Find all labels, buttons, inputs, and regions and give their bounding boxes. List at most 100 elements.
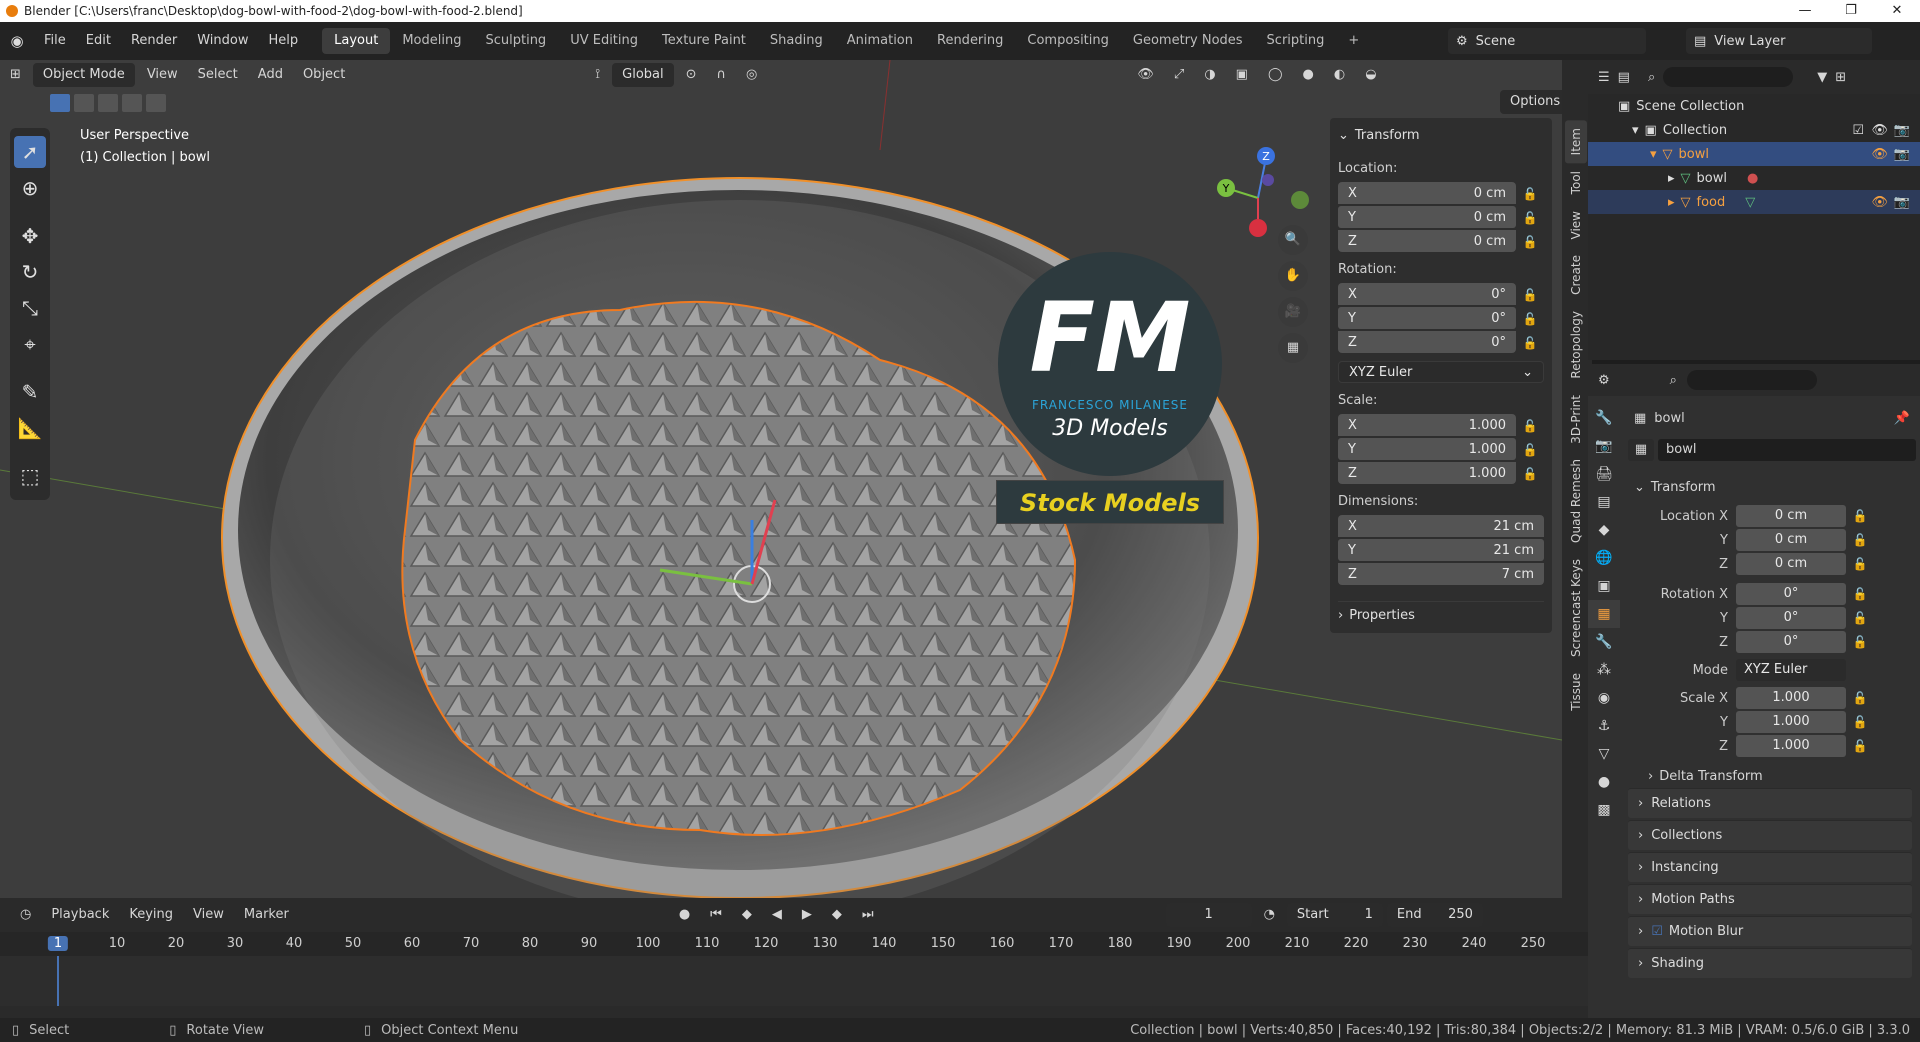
tab-layout[interactable]: Layout	[322, 28, 391, 54]
lock-icon[interactable]: 🔓	[1516, 419, 1544, 433]
options-button[interactable]: Options	[1500, 90, 1562, 114]
rotation-y-input[interactable]: 0°	[1736, 607, 1846, 629]
tab-uv-editing[interactable]: UV Editing	[558, 28, 650, 54]
tab-geometry-nodes[interactable]: Geometry Nodes	[1121, 28, 1255, 54]
play-icon[interactable]: ▶	[792, 901, 822, 929]
add-cube-tool-icon[interactable]: ⬚	[14, 460, 46, 492]
eye-icon[interactable]: 👁	[1871, 147, 1888, 162]
visibility-icon[interactable]: 👁	[1127, 61, 1164, 89]
lock-icon[interactable]: 🔓	[1846, 587, 1874, 601]
tab-view[interactable]: View	[1565, 203, 1587, 247]
rotation-z-input[interactable]: 0°	[1736, 631, 1846, 653]
play-reverse-icon[interactable]: ◀	[762, 901, 792, 929]
select-box-tool-icon[interactable]: ➚	[14, 136, 46, 168]
texture-tab-icon[interactable]: ▩	[1588, 796, 1620, 824]
proportional-edit-icon[interactable]: ◎	[736, 61, 767, 89]
object-name-input[interactable]: bowl	[1658, 439, 1916, 461]
end-frame-field[interactable]: End 250	[1386, 903, 1483, 927]
select-extend-icon[interactable]	[74, 94, 94, 112]
3d-viewport[interactable]: ⊞ Object Mode View Select Add Object ⟟ G…	[0, 60, 1562, 898]
motion-paths-section[interactable]: › Motion Paths	[1628, 884, 1912, 914]
tab-create[interactable]: Create	[1565, 247, 1587, 303]
blender-menu-icon[interactable]: ◉	[0, 32, 34, 50]
lock-icon[interactable]: 🔓	[1516, 312, 1544, 326]
menu-select[interactable]: Select	[188, 61, 248, 89]
close-button[interactable]: ✕	[1874, 0, 1920, 22]
menu-view[interactable]: View	[137, 61, 188, 89]
scale-x-field[interactable]: X 1.000	[1338, 414, 1516, 436]
output-tab-icon[interactable]: 🖨	[1588, 460, 1620, 488]
location-z-field[interactable]: Z 0 cm	[1338, 230, 1516, 252]
rotation-y-field[interactable]: Y 0°	[1338, 307, 1516, 329]
prev-keyframe-icon[interactable]: ◆	[732, 901, 762, 929]
timeline[interactable]: ◷ Playback Keying View Marker ● ⏮ ◆ ◀ ▶ …	[0, 898, 1588, 1018]
lock-icon[interactable]: 🔓	[1516, 288, 1544, 302]
cursor-tool-icon[interactable]: ⊕	[14, 172, 46, 204]
transform-header[interactable]: ⌄ Transform	[1338, 126, 1544, 153]
next-keyframe-icon[interactable]: ◆	[822, 901, 852, 929]
timeline-editor-icon[interactable]: ◷	[10, 901, 41, 929]
relations-section[interactable]: › Relations	[1628, 788, 1912, 818]
lock-icon[interactable]: 🔓	[1516, 443, 1544, 457]
collections-section[interactable]: › Collections	[1628, 820, 1912, 850]
gizmo-toggle-icon[interactable]: ⤢	[1164, 61, 1194, 89]
tab-3d-print[interactable]: 3D-Print	[1565, 387, 1587, 452]
annotate-tool-icon[interactable]: ✎	[14, 376, 46, 408]
tab-modeling[interactable]: Modeling	[390, 28, 473, 54]
rotation-mode-dropdown[interactable]: XYZ Euler ⌄	[1338, 361, 1544, 383]
checkbox-icon[interactable]: ☑	[1852, 123, 1864, 138]
tab-retopology[interactable]: Retopology	[1565, 303, 1587, 387]
rotation-z-field[interactable]: Z 0°	[1338, 331, 1516, 353]
camera-icon[interactable]: 📷	[1894, 195, 1910, 210]
location-y-input[interactable]: 0 cm	[1736, 529, 1846, 551]
editor-type-icon[interactable]: ⊞	[0, 61, 31, 89]
scale-x-input[interactable]: 1.000	[1736, 687, 1846, 709]
camera-icon[interactable]: 📷	[1894, 147, 1910, 162]
measure-tool-icon[interactable]: 📐	[14, 412, 46, 444]
select-intersect-icon[interactable]	[146, 94, 166, 112]
view-layer-tab-icon[interactable]: ▤	[1588, 488, 1620, 516]
menu-keying[interactable]: Keying	[119, 901, 183, 929]
scale-y-field[interactable]: Y 1.000	[1338, 438, 1516, 460]
menu-playback[interactable]: Playback	[41, 901, 119, 929]
mode-selector[interactable]: Object Mode	[32, 63, 135, 87]
transform-tool-icon[interactable]: ⌖	[14, 328, 46, 360]
menu-marker[interactable]: Marker	[234, 901, 299, 929]
outliner-scene-collection[interactable]: ▣ Scene Collection	[1588, 94, 1920, 118]
tab-scripting[interactable]: Scripting	[1255, 28, 1337, 54]
properties-editor-icon[interactable]: ⚙	[1598, 373, 1610, 388]
ortho-grid-icon[interactable]: ▦	[1278, 333, 1308, 363]
dimension-y-field[interactable]: Y 21 cm	[1338, 539, 1544, 561]
lock-icon[interactable]: 🔓	[1516, 467, 1544, 481]
menu-timeline-view[interactable]: View	[183, 901, 234, 929]
transform-section-header[interactable]: ⌄ Transform	[1628, 474, 1916, 500]
scale-z-field[interactable]: Z 1.000	[1338, 462, 1516, 484]
delta-transform-section[interactable]: › Delta Transform	[1628, 764, 1916, 788]
lock-icon[interactable]: 🔓	[1846, 533, 1874, 547]
add-workspace-button[interactable]: +	[1336, 28, 1371, 54]
display-mode-icon[interactable]: ▤	[1618, 70, 1630, 85]
lock-icon[interactable]: 🔓	[1846, 557, 1874, 571]
playhead[interactable]	[57, 956, 59, 1006]
object-type-icon[interactable]: ▦	[1628, 439, 1654, 461]
overlay-toggle-icon[interactable]: ◑	[1194, 61, 1225, 89]
properties-search-input[interactable]	[1686, 370, 1817, 390]
move-tool-icon[interactable]: ✥	[14, 220, 46, 252]
tool-tab-icon[interactable]: 🔧	[1588, 404, 1620, 432]
location-z-input[interactable]: 0 cm	[1736, 553, 1846, 575]
lock-icon[interactable]: 🔓	[1846, 611, 1874, 625]
dimension-x-field[interactable]: X 21 cm	[1338, 515, 1544, 537]
scale-y-input[interactable]: 1.000	[1736, 711, 1846, 733]
jump-end-icon[interactable]: ⏭	[852, 901, 884, 929]
tab-rendering[interactable]: Rendering	[925, 28, 1015, 54]
tab-item[interactable]: Item	[1565, 120, 1587, 164]
lock-icon[interactable]: 🔓	[1846, 509, 1874, 523]
shading-material-icon[interactable]: ◐	[1324, 61, 1355, 89]
scale-z-input[interactable]: 1.000	[1736, 735, 1846, 757]
lock-icon[interactable]: 🔓	[1846, 715, 1874, 729]
select-subtract-icon[interactable]	[98, 94, 118, 112]
rotation-x-input[interactable]: 0°	[1736, 583, 1846, 605]
render-tab-icon[interactable]: 📷	[1588, 432, 1620, 460]
object-tab-icon[interactable]: ▦	[1588, 600, 1620, 628]
select-new-icon[interactable]	[50, 94, 70, 112]
